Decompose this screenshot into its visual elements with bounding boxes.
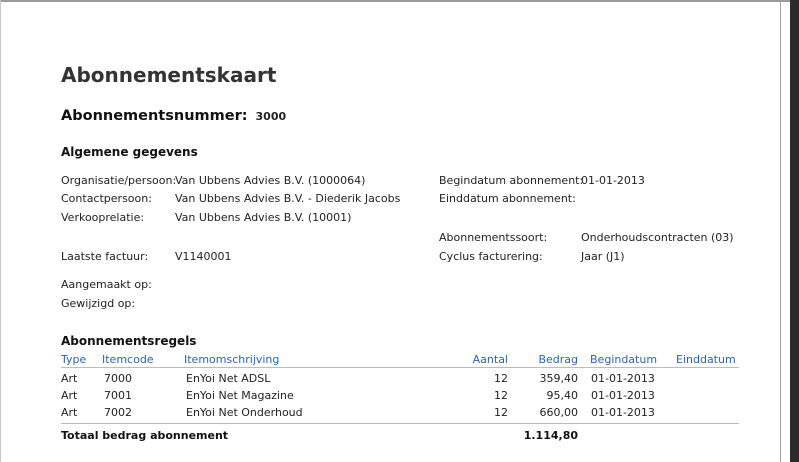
col-startdate-header: Begindatum	[590, 353, 658, 366]
total-value: 1.114,80	[523, 429, 578, 442]
lines-heading: Abonnementsregels	[61, 334, 197, 348]
total-divider	[61, 423, 739, 424]
start-date-value: 01-01-2013	[581, 174, 645, 187]
billing-cycle-label: Cyclus facturering:	[439, 250, 543, 263]
start-date-label: Begindatum abonnement:	[439, 174, 584, 187]
cell-description: EnYoi Net Magazine	[186, 389, 294, 402]
cell-quantity: 12	[494, 389, 508, 402]
page-title: Abonnementskaart	[61, 63, 277, 87]
cell-description: EnYoi Net ADSL	[186, 372, 271, 385]
total-label: Totaal bedrag abonnement	[61, 429, 229, 442]
header-divider	[61, 367, 739, 368]
cell-type: Art	[61, 389, 78, 402]
page-border-top	[0, 0, 790, 2]
page-border-left	[0, 0, 1, 462]
last-invoice-label: Laatste factuur:	[61, 250, 149, 263]
billing-cycle-value: Jaar (J1)	[581, 250, 625, 263]
col-quantity-header: Aantal	[472, 353, 508, 366]
subscription-number: Abonnementsnummer: 3000	[61, 108, 286, 124]
organisation-label: Organisatie/persoon:	[61, 174, 177, 187]
modified-on-label: Gewijzigd op:	[61, 297, 136, 310]
general-heading: Algemene gegevens	[61, 145, 198, 159]
created-on-label: Aangemaakt op:	[61, 278, 152, 291]
col-amount-header: Bedrag	[538, 353, 578, 366]
window-edge-right	[790, 0, 799, 462]
col-itemcode-header: Itemcode	[102, 353, 154, 366]
cell-description: EnYoi Net Onderhoud	[186, 406, 303, 419]
subscription-number-label: Abonnementsnummer:	[61, 108, 248, 124]
cell-type: Art	[61, 372, 78, 385]
cell-itemcode: 7001	[104, 389, 132, 402]
sales-relation-label: Verkooprelatie:	[61, 211, 145, 224]
contact-label: Contactpersoon:	[61, 192, 152, 205]
sales-relation-value: Van Ubbens Advies B.V. (10001)	[175, 211, 352, 224]
cell-itemcode: 7000	[104, 372, 132, 385]
subscription-type-value: Onderhoudscontracten (03)	[581, 231, 734, 244]
cell-amount: 359,40	[539, 372, 579, 385]
subscription-type-label: Abonnementssoort:	[439, 231, 548, 244]
cell-startdate: 01-01-2013	[591, 389, 655, 402]
cell-startdate: 01-01-2013	[591, 372, 655, 385]
cell-amount: 95,40	[546, 389, 579, 402]
col-description-header: Itemomschrijving	[184, 353, 280, 366]
cell-quantity: 12	[494, 406, 508, 419]
col-type-header: Type	[61, 353, 87, 366]
subscription-number-value: 3000	[255, 110, 287, 123]
cell-quantity: 12	[494, 372, 508, 385]
cell-itemcode: 7002	[104, 406, 132, 419]
end-date-label: Einddatum abonnement:	[439, 192, 576, 205]
cell-type: Art	[61, 406, 78, 419]
report-page: Abonnementskaart Abonnementsnummer: 3000 …	[0, 0, 790, 462]
last-invoice-value: V1140001	[175, 250, 232, 263]
cell-amount: 660,00	[539, 406, 579, 419]
contact-value: Van Ubbens Advies B.V. - Diederik Jacobs	[175, 192, 401, 205]
cell-startdate: 01-01-2013	[591, 406, 655, 419]
col-enddate-header: Einddatum	[676, 353, 736, 366]
page-border-right-line	[780, 0, 781, 462]
organisation-value: Van Ubbens Advies B.V. (1000064)	[175, 174, 366, 187]
